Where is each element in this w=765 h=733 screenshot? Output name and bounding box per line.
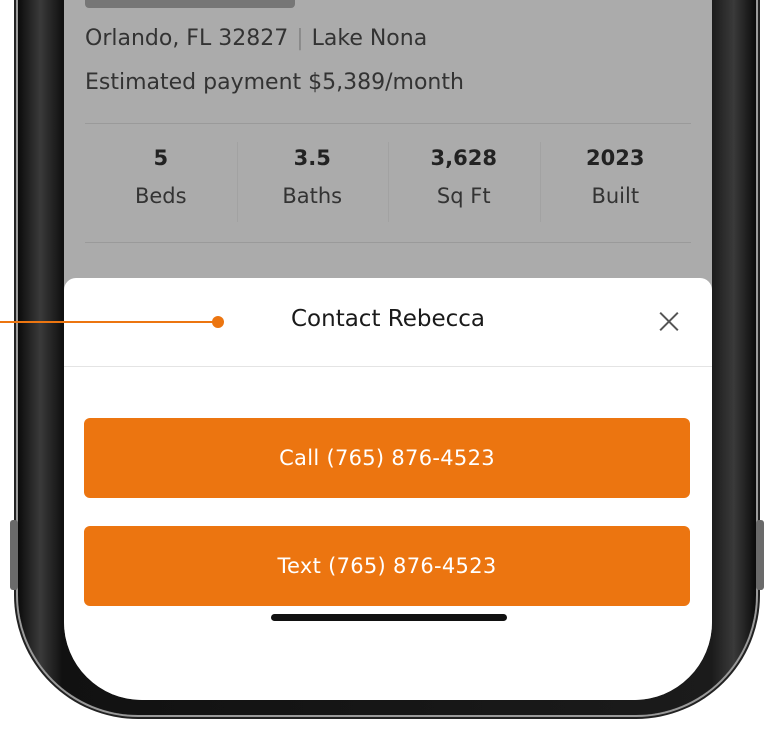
stat-value: 3.5 (293, 146, 331, 170)
stats-bottom-divider (85, 242, 691, 243)
stat-label: Beds (134, 184, 187, 208)
phone-screen: Orlando, FL 32827 | Lake Nona Estimated pa… (64, 0, 712, 700)
text-button-label: Text (765) 876-4523 (277, 554, 497, 578)
stat-label: Sq Ft (436, 184, 491, 208)
modal-title: Contact Rebecca (290, 306, 486, 332)
listing-location: Orlando, FL 32827 | Lake Nona (85, 26, 427, 51)
stats-top-divider (85, 123, 691, 124)
callout-dot (212, 316, 224, 328)
stat-value: 2023 (586, 146, 645, 170)
stat-sqft: 3,628 Sq Ft (388, 140, 540, 225)
callout-line (0, 321, 218, 323)
home-indicator[interactable] (271, 614, 507, 621)
stat-built: 2023 Built (539, 140, 692, 225)
listing-stats: 5 Beds 3.5 Baths 3,628 Sq Ft 2023 Built (85, 140, 691, 225)
stat-value: 3,628 (430, 146, 497, 170)
listing-details: Orlando, FL 32827 | Lake Nona Estimated pa… (64, 0, 712, 280)
stat-label: Baths (282, 184, 343, 208)
stat-baths: 3.5 Baths (236, 140, 389, 225)
text-button[interactable]: Text (765) 876-4523 (84, 526, 690, 606)
stat-value: 5 (153, 146, 169, 170)
phone-side-button-left (10, 520, 18, 590)
stat-label: Built (591, 184, 640, 208)
listing-city: Orlando, FL 32827 (85, 26, 289, 51)
phone-side-button-right (756, 520, 764, 590)
location-separator: | (296, 26, 304, 51)
call-button[interactable]: Call (765) 876-4523 (84, 418, 690, 498)
estimated-payment: Estimated payment $5,389/month (85, 70, 464, 95)
close-icon[interactable] (656, 308, 682, 334)
listing-address-cropped (85, 0, 295, 8)
contact-modal: Contact Rebecca Call (765) 876-4523 Text… (64, 278, 712, 700)
stat-beds: 5 Beds (85, 140, 237, 225)
listing-neighborhood: Lake Nona (311, 26, 428, 51)
call-button-label: Call (765) 876-4523 (279, 446, 495, 470)
